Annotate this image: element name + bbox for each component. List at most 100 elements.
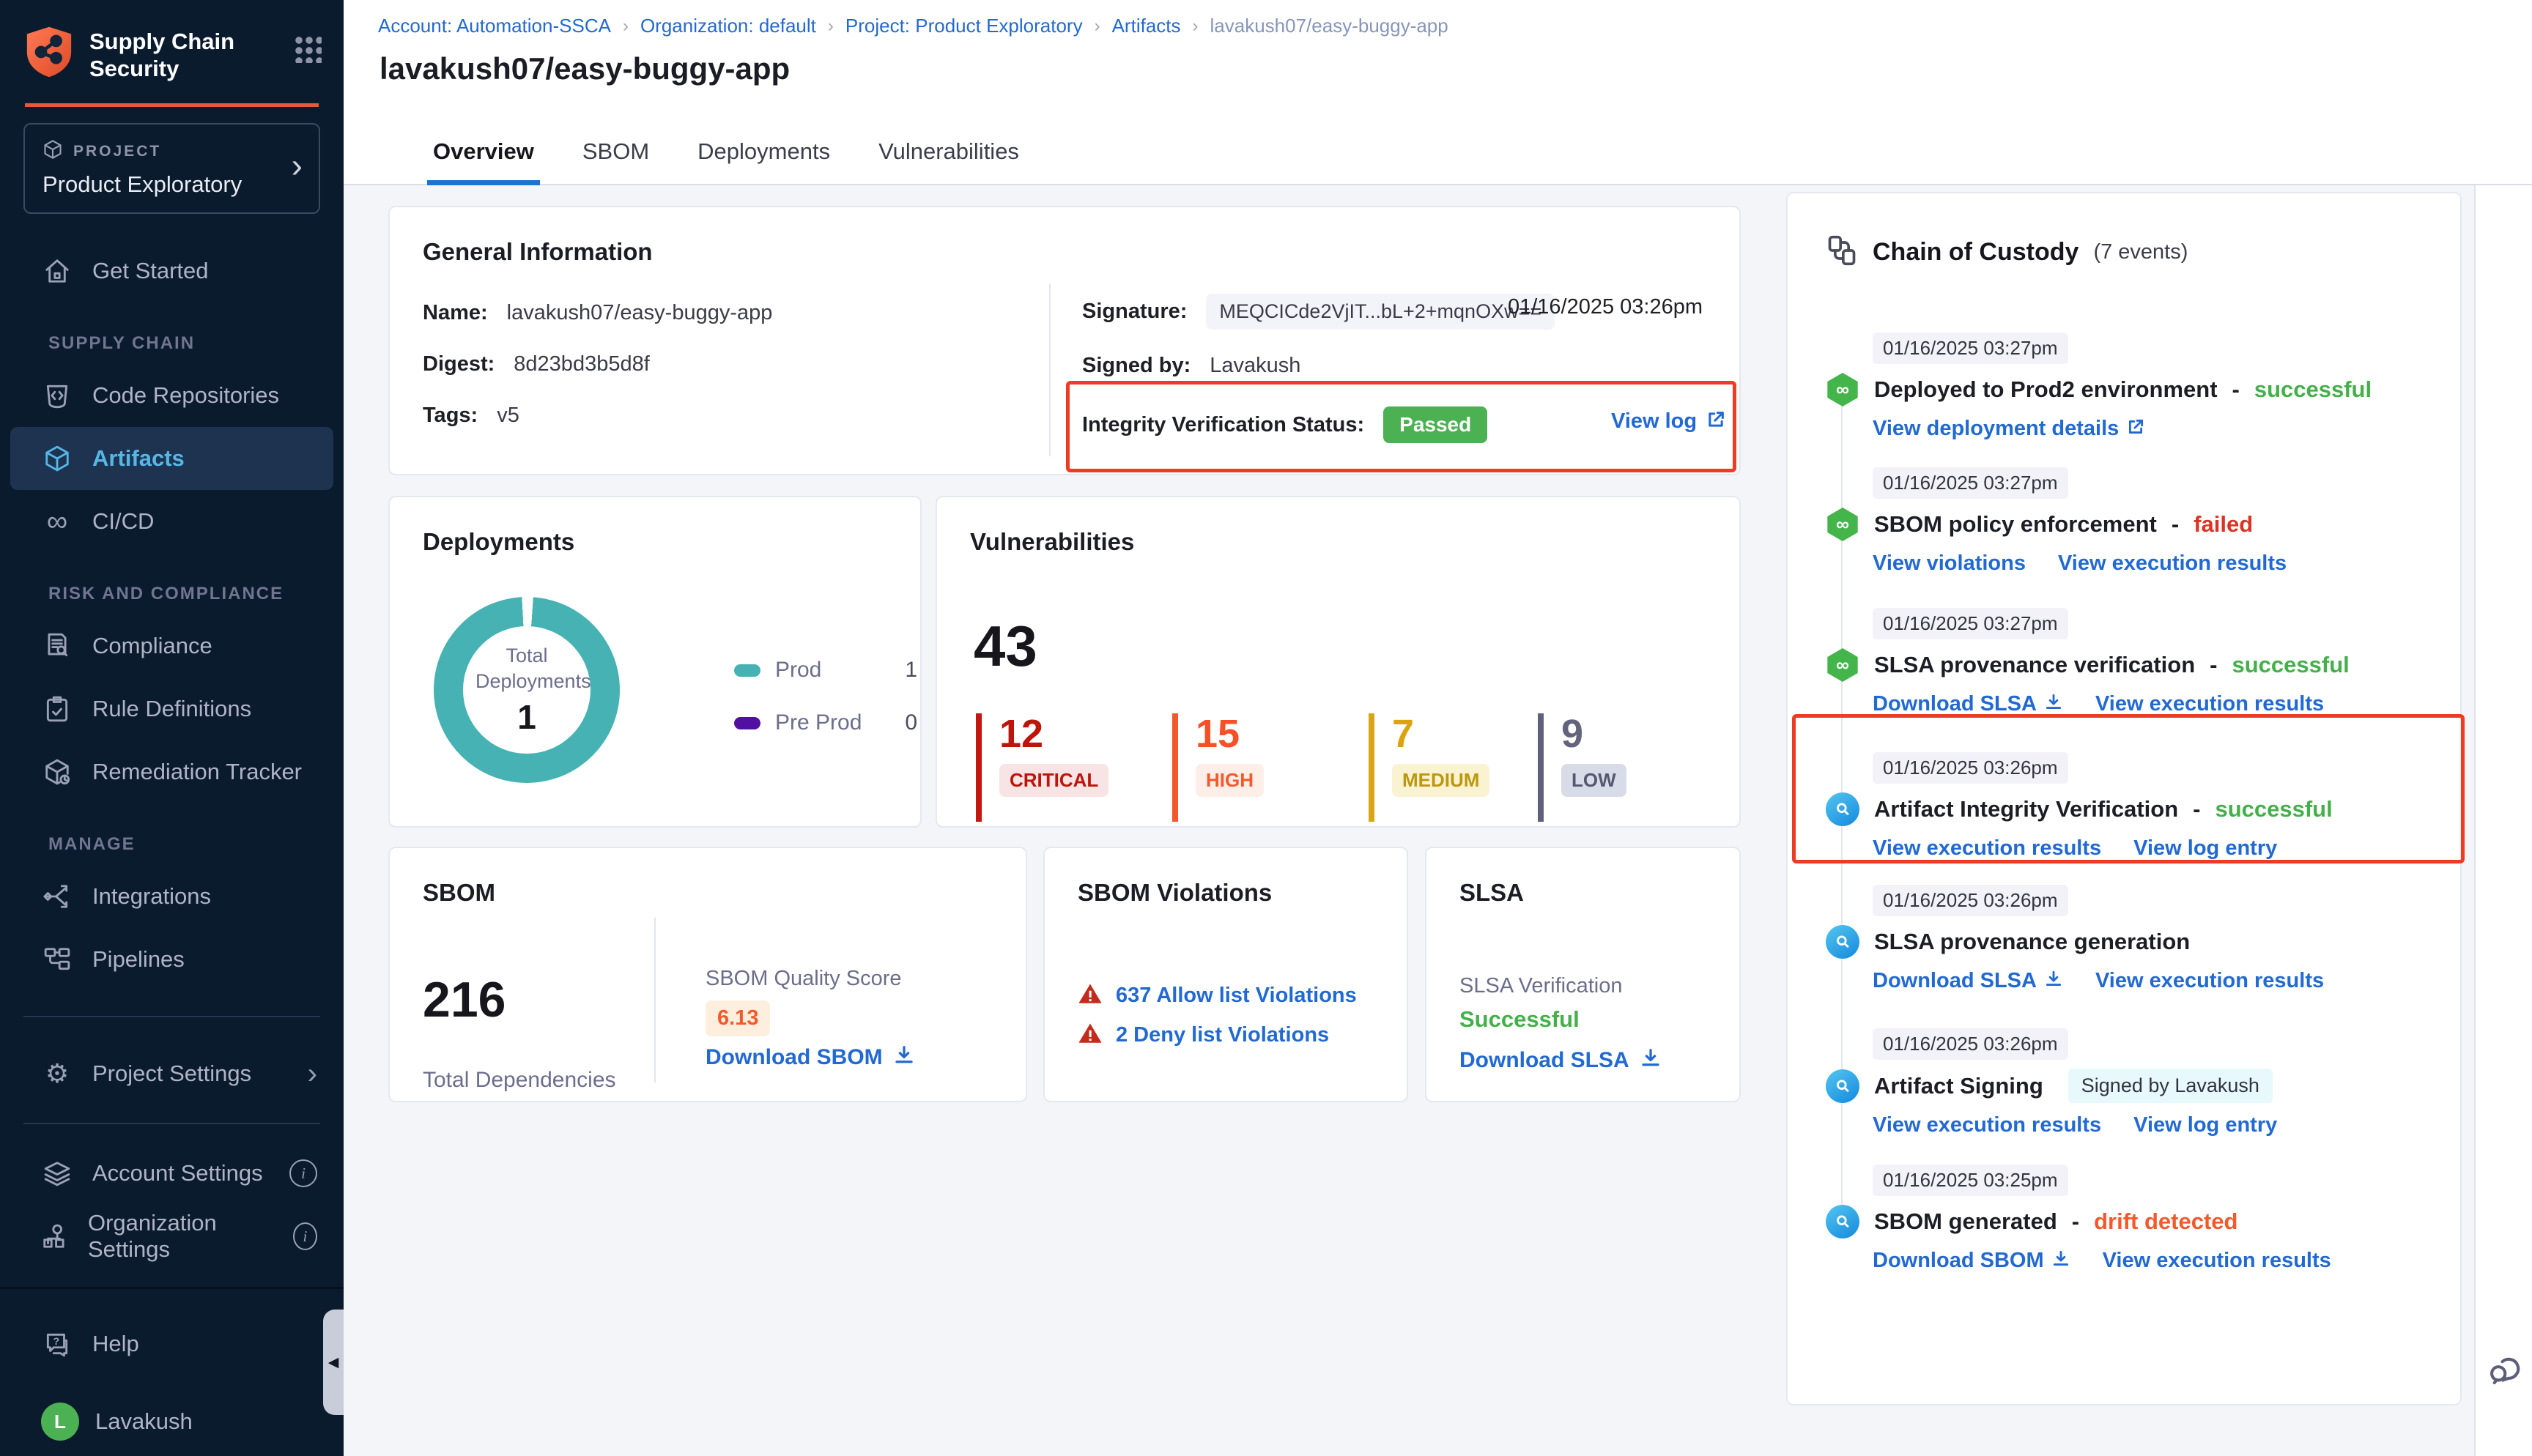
sidebar-item-rule-definitions[interactable]: Rule Definitions — [0, 677, 344, 740]
section-manage: MANAGE — [0, 803, 344, 865]
home-icon — [41, 257, 73, 285]
app-grid-icon[interactable] — [292, 34, 322, 63]
breadcrumb: Account: Automation-SSCA › Organization:… — [378, 15, 1448, 37]
user-menu[interactable]: L Lavakush — [0, 1390, 344, 1453]
signed-by-value: Lavakush — [1210, 354, 1300, 378]
severity-low: 9 LOW — [1538, 713, 1626, 822]
chain-title: Chain of Custody — [1873, 238, 2078, 267]
tags-label: Tags: — [423, 404, 478, 428]
deny-list-violations-link[interactable]: 2 Deny list Violations — [1116, 1023, 1329, 1047]
sidebar-item-account-settings[interactable]: Account Settings i — [0, 1142, 344, 1205]
view-execution-results-link[interactable]: View execution results — [1873, 1113, 2101, 1137]
deploy-hexagon-icon: ∞ — [1826, 508, 1859, 541]
tab-sbom[interactable]: SBOM — [577, 122, 655, 185]
breadcrumb-artifacts[interactable]: Artifacts — [1112, 15, 1181, 37]
project-selector[interactable]: PROJECT Product Exploratory › — [23, 123, 320, 214]
custody-event: 01/16/2025 03:27pm ∞ SLSA provenance ver… — [1826, 608, 2426, 716]
project-label: PROJECT — [73, 143, 161, 160]
download-sbom-link[interactable]: Download SBOM — [1873, 1249, 2044, 1273]
sidebar-item-project-settings[interactable]: ⚙ Project Settings › — [0, 1042, 344, 1105]
sidebar-item-artifacts[interactable]: Artifacts — [10, 427, 333, 490]
tab-overview[interactable]: Overview — [427, 122, 540, 185]
external-link-icon — [1706, 409, 1726, 434]
custody-event: 01/16/2025 03:26pm Artifact Signing Sign… — [1826, 1028, 2426, 1137]
tab-vulnerabilities[interactable]: Vulnerabilities — [873, 122, 1025, 185]
view-execution-results-link[interactable]: View execution results — [2103, 1249, 2331, 1273]
tab-deployments[interactable]: Deployments — [692, 122, 836, 185]
sbom-quality-score-label: SBOM Quality Score — [706, 967, 902, 991]
breadcrumb-organization[interactable]: Organization: default — [640, 15, 816, 37]
sidebar-item-get-started[interactable]: Get Started — [0, 239, 344, 302]
slsa-card: SLSA SLSA Verification Successful Downlo… — [1425, 847, 1741, 1102]
signed-by-label: Signed by: — [1082, 354, 1191, 378]
sbom-card: SBOM 216 Total Dependencies SBOM Quality… — [388, 847, 1027, 1102]
signature-value-chip: MEQCICde2VjIT...bL+2+mqnOXw== — [1206, 294, 1555, 330]
support-chat-icon[interactable] — [2487, 1351, 2525, 1393]
severity-badge: HIGH — [1196, 764, 1264, 797]
view-deployment-details-link[interactable]: View deployment details — [1873, 417, 2119, 441]
slsa-verification-label: SLSA Verification — [1459, 974, 1622, 998]
custody-event: 01/16/2025 03:26pm SLSA provenance gener… — [1826, 885, 2426, 993]
view-execution-results-link[interactable]: View execution results — [2095, 969, 2324, 993]
name-value: lavakush07/easy-buggy-app — [507, 301, 773, 325]
download-slsa-link[interactable]: Download SLSA — [1873, 692, 2037, 716]
sidebar-item-integrations[interactable]: Integrations — [0, 865, 344, 928]
sidebar-collapse-handle[interactable]: ◀ — [323, 1310, 344, 1415]
deployments-donut-chart: Total Deployments 1 — [434, 597, 620, 783]
severity-badge: CRITICAL — [999, 764, 1108, 797]
card-title: SLSA — [1459, 879, 1524, 907]
breadcrumb-current: lavakush07/easy-buggy-app — [1210, 15, 1448, 37]
general-information-card: General Information Name: lavakush07/eas… — [388, 206, 1741, 475]
breadcrumb-account[interactable]: Account: Automation-SSCA — [378, 15, 611, 37]
tab-bar: Overview SBOM Deployments Vulnerabilitie… — [427, 122, 1025, 185]
view-log-entry-link[interactable]: View log entry — [2133, 836, 2277, 861]
event-timestamp: 01/16/2025 03:25pm — [1873, 1165, 2068, 1196]
breadcrumb-sep-icon: › — [1193, 16, 1199, 37]
vulnerabilities-total: 43 — [974, 613, 1037, 680]
signed-by-badge: Signed by Lavakush — [2068, 1069, 2273, 1103]
sidebar-item-compliance[interactable]: Compliance — [0, 614, 344, 677]
sidebar-item-organization-settings[interactable]: Organization Settings i — [0, 1205, 344, 1268]
breadcrumb-project[interactable]: Project: Product Exploratory — [845, 15, 1083, 37]
download-icon — [2044, 693, 2063, 716]
view-log-entry-link[interactable]: View log entry — [2133, 1113, 2277, 1137]
view-execution-results-link[interactable]: View execution results — [2058, 551, 2287, 576]
integrations-icon — [41, 883, 73, 910]
sidebar-item-code-repositories[interactable]: Code Repositories — [0, 364, 344, 427]
layers-gear-icon — [41, 1159, 73, 1187]
page-header: Account: Automation-SSCA › Organization:… — [344, 0, 2532, 185]
download-slsa-link[interactable]: Download SLSA — [1459, 1048, 1629, 1073]
view-violations-link[interactable]: View violations — [1873, 551, 2026, 576]
download-sbom-link[interactable]: Download SBOM — [706, 1045, 883, 1070]
scan-circle-icon — [1826, 792, 1859, 826]
cube-icon — [42, 139, 63, 164]
sidebar-item-remediation-tracker[interactable]: Remediation Tracker — [0, 740, 344, 803]
event-status: drift detected — [2094, 1208, 2237, 1235]
view-execution-results-link[interactable]: View execution results — [2095, 692, 2324, 716]
sidebar-item-help[interactable]: ? Help — [0, 1312, 344, 1375]
signature-timestamp: 01/16/2025 03:26pm — [1508, 295, 1703, 319]
scan-circle-icon — [1826, 925, 1859, 959]
download-slsa-link[interactable]: Download SLSA — [1873, 969, 2037, 993]
clipboard-check-icon — [41, 695, 73, 723]
sidebar-item-pipelines[interactable]: Pipelines — [0, 928, 344, 991]
pipelines-icon — [41, 946, 73, 973]
warning-triangle-icon — [1078, 1021, 1103, 1050]
event-status: successful — [2232, 652, 2349, 678]
legend-item-prod: Prod 1 — [734, 644, 917, 697]
sidebar-item-cicd[interactable]: ∞ CI/CD — [0, 490, 344, 553]
legend-item-preprod: Pre Prod 0 — [734, 697, 917, 749]
event-timestamp: 01/16/2025 03:26pm — [1873, 1028, 2068, 1060]
view-log-link[interactable]: View log — [1611, 409, 1697, 434]
digest-value: 8d23bd3b5d8f — [514, 352, 649, 376]
app-title: Supply Chain Security — [89, 25, 234, 82]
event-timestamp: 01/16/2025 03:27pm — [1873, 467, 2068, 499]
chain-of-custody-panel: Chain of Custody (7 events) 01/16/2025 0… — [1786, 192, 2462, 1405]
allow-list-violations-link[interactable]: 637 Allow list Violations — [1116, 984, 1357, 1008]
card-title: SBOM Violations — [1078, 879, 1272, 907]
severity-badge: LOW — [1561, 764, 1626, 797]
breadcrumb-sep-icon: › — [828, 16, 834, 37]
view-execution-results-link[interactable]: View execution results — [1873, 836, 2101, 861]
tags-value: v5 — [497, 404, 519, 428]
collapse-arrow-icon: ◀ — [328, 1354, 339, 1371]
